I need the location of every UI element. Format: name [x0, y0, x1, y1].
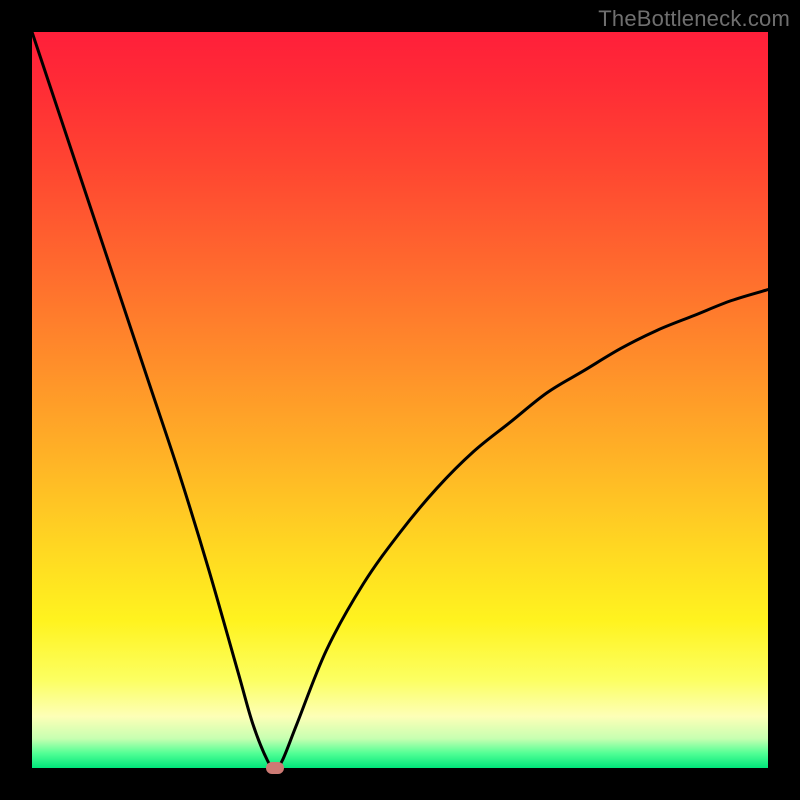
outer-frame: TheBottleneck.com [0, 0, 800, 800]
watermark-text: TheBottleneck.com [598, 6, 790, 32]
plot-area [32, 32, 768, 768]
bottleneck-curve [32, 32, 768, 768]
minimum-marker [266, 762, 284, 774]
